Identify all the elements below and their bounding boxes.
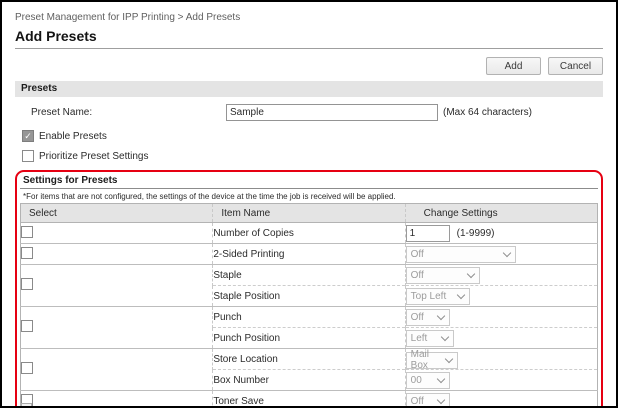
setting-select-value: Left [410, 332, 428, 344]
setting-select-value: Top Left [410, 290, 447, 302]
chevron-down-icon [502, 248, 511, 257]
prioritize-presets-label: Prioritize Preset Settings [39, 150, 149, 162]
select-cell [20, 222, 213, 244]
change-settings-cell: Top Left [404, 285, 598, 307]
item-name-cell: Number of Copies [212, 222, 406, 244]
setting-select-value: Off [410, 269, 424, 281]
chevron-down-icon [436, 374, 445, 383]
setting-select[interactable]: Off [405, 392, 450, 407]
row-select-checkbox[interactable] [21, 362, 33, 374]
enable-presets-label: Enable Presets [39, 130, 107, 142]
change-settings-cell: Mail Box [404, 348, 598, 372]
action-button-row: Add Cancel [15, 57, 603, 75]
setting-select-value: 00 [410, 374, 422, 386]
table-header-row: Select Item Name Change Settings [20, 203, 598, 223]
annotation-highlight: Settings for Presets *For items that are… [15, 170, 603, 407]
setting-select[interactable]: 00 [405, 371, 450, 389]
preset-name-input[interactable] [226, 103, 438, 121]
item-name-cell: Punch [212, 306, 406, 328]
chevron-down-icon [456, 290, 465, 299]
cancel-button[interactable]: Cancel [548, 57, 603, 75]
row-select-checkbox[interactable] [21, 225, 33, 238]
column-header-change-settings: Change Settings [404, 203, 598, 223]
copies-range-hint: (1-9999) [456, 227, 495, 239]
title-divider [15, 48, 603, 49]
item-name-cell: 2-Sided Printing [212, 243, 406, 265]
settings-section-header: Settings for Presets [20, 174, 598, 189]
column-header-item-name: Item Name [212, 203, 406, 223]
item-name-cell: Toner Save [212, 390, 406, 406]
change-settings-cell: Off [404, 306, 598, 328]
item-name-cell: Staple [212, 264, 406, 286]
app-window: Preset Management for IPP Printing > Add… [0, 0, 618, 408]
row-select-checkbox[interactable] [21, 320, 33, 332]
preset-name-hint: (Max 64 characters) [443, 106, 532, 118]
chevron-down-icon [440, 332, 449, 341]
setting-select-value: Off [410, 395, 424, 407]
settings-table: Select Item Name Change Settings Number … [20, 203, 598, 407]
chevron-down-icon [436, 395, 445, 404]
item-name-cell: Staple Position [212, 285, 406, 307]
enable-presets-row: ✓ Enable Presets [22, 130, 603, 142]
setting-select[interactable]: Off [405, 308, 450, 326]
setting-select-value: Mail Box [410, 349, 429, 372]
setting-select[interactable]: Off [405, 266, 480, 284]
setting-select[interactable]: Off [405, 245, 516, 263]
breadcrumb: Preset Management for IPP Printing > Add… [15, 12, 241, 23]
select-cell [20, 390, 213, 406]
table-row: Toner Save Off [20, 390, 598, 407]
select-cell [20, 348, 213, 391]
change-settings-cell: Off [404, 243, 598, 265]
item-name-cell: Box Number [212, 369, 406, 391]
table-row: Store Location Mail Box [20, 348, 598, 391]
change-settings-cell: Off [404, 264, 598, 286]
row-select-checkbox[interactable] [21, 278, 33, 290]
table-row: 2-Sided Printing Off [20, 243, 598, 265]
prioritize-presets-row: Prioritize Preset Settings [22, 150, 603, 162]
setting-select-value: Off [410, 311, 424, 323]
change-settings-cell: (1-9999) [404, 222, 598, 244]
change-settings-cell: Left [404, 327, 598, 349]
settings-table-body: Number of Copies (1-9999) 2-Sided Printing… [20, 222, 598, 407]
item-name-cell: Store Location [212, 348, 406, 370]
add-button[interactable]: Add [486, 57, 541, 75]
select-cell [20, 243, 213, 265]
preset-name-row: Preset Name: (Max 64 characters) [15, 103, 603, 121]
settings-note: *For items that are not configured, the … [23, 192, 396, 201]
page-title: Add Presets [15, 28, 97, 44]
select-cell [20, 306, 213, 349]
table-row: Number of Copies (1-9999) [20, 222, 598, 244]
copies-input[interactable] [405, 224, 450, 242]
change-settings-cell: 00 [404, 369, 598, 391]
column-header-select: Select [20, 203, 213, 223]
chevron-down-icon [466, 269, 475, 278]
table-row: Staple Off [20, 264, 598, 307]
setting-select[interactable]: Left [405, 329, 454, 347]
setting-select[interactable]: Mail Box [405, 349, 458, 372]
row-select-checkbox[interactable] [21, 246, 33, 259]
item-name-cell: Punch Position [212, 327, 406, 349]
setting-select-value: Off [410, 248, 424, 260]
select-cell [20, 264, 213, 307]
change-settings-cell: Off [404, 390, 598, 407]
presets-section-header: Presets [15, 81, 603, 97]
preset-name-label: Preset Name: [31, 106, 93, 118]
chevron-down-icon [444, 354, 453, 363]
chevron-down-icon [436, 311, 445, 320]
setting-select[interactable]: Top Left [405, 287, 470, 305]
table-row: Punch Off [20, 306, 598, 349]
enable-presets-checkbox[interactable]: ✓ [22, 130, 34, 142]
prioritize-presets-checkbox[interactable] [22, 150, 34, 162]
